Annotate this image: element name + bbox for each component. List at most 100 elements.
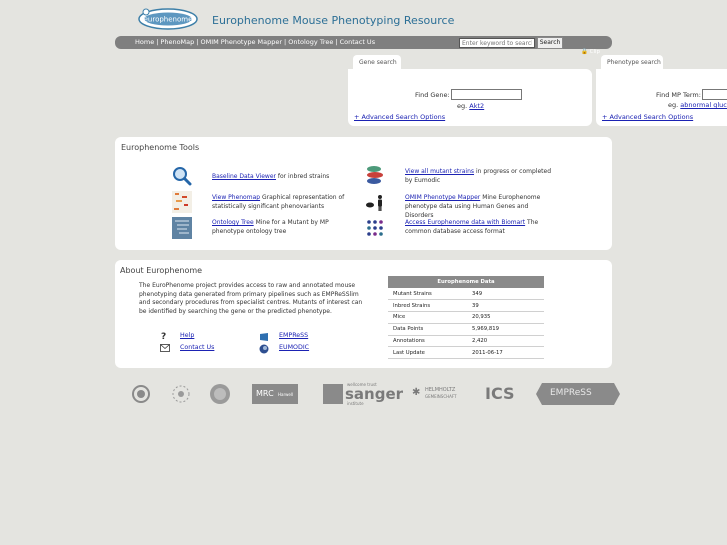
logo-text: europhenome bbox=[144, 16, 193, 24]
empress-logo-text: EMPReSS bbox=[550, 388, 592, 398]
empress-icon bbox=[259, 332, 269, 342]
table-cell-value: 2,420 bbox=[472, 335, 544, 348]
view-phenomap-link[interactable]: View Phenomap bbox=[212, 194, 260, 201]
tool-biomart: Access Europhenome data with Biomart The… bbox=[405, 218, 555, 236]
nav-separator: | bbox=[284, 38, 287, 46]
envelope-icon bbox=[160, 344, 170, 354]
nav-separator: | bbox=[196, 38, 199, 46]
table-row: Annotations 2,420 bbox=[388, 335, 544, 348]
table-cell-value: 349 bbox=[472, 288, 544, 301]
gene-example-prefix: eg. bbox=[457, 102, 468, 110]
table-cell-label: Last Update bbox=[388, 346, 472, 360]
table-cell-label: Annotations bbox=[388, 335, 472, 348]
nav-omim-mapper[interactable]: OMIM Phenotype Mapper bbox=[200, 38, 282, 46]
tool-omim: OMIM Phenotype Mapper Mine Europhenome p… bbox=[405, 193, 555, 220]
nav-separator: | bbox=[335, 38, 338, 46]
table-cell-value: 5,969,819 bbox=[472, 323, 544, 336]
helmholtz-subtext: GEMEINSCHAFT bbox=[425, 394, 457, 399]
site-title: Europhenome Mouse Phenotyping Resource bbox=[212, 14, 455, 27]
nav-contact-us[interactable]: Contact Us bbox=[340, 38, 376, 46]
help-link[interactable]: Help bbox=[180, 332, 194, 339]
phenotype-search-panel: Find MP Term: eg. abnormal glucose + Adv… bbox=[596, 69, 727, 126]
find-mp-term-label: Find MP Term: bbox=[656, 91, 701, 99]
find-gene-input[interactable] bbox=[451, 89, 522, 100]
tree-icon[interactable] bbox=[172, 217, 192, 239]
find-mp-term-input[interactable] bbox=[702, 89, 727, 100]
mouse-human-icon[interactable] bbox=[365, 192, 385, 212]
table-cell-value: 2011-06-17 bbox=[472, 346, 544, 360]
sanger-logo[interactable]: wellcome trust sanger institute bbox=[323, 382, 403, 406]
tool-mutant-strains: View all mutant strains in progress or c… bbox=[405, 167, 555, 185]
table-cell-value: 20,935 bbox=[472, 311, 544, 324]
baseline-data-viewer-link[interactable]: Baseline Data Viewer bbox=[212, 173, 276, 180]
contact-us-link[interactable]: Contact Us bbox=[180, 344, 214, 351]
sanger-subtext: institute bbox=[347, 401, 364, 406]
tool-baseline: Baseline Data Viewer for inbred strains bbox=[212, 172, 362, 181]
nav-home[interactable]: Home bbox=[135, 38, 154, 46]
about-panel: About Europhenome The EuroPhenome projec… bbox=[115, 260, 612, 368]
help-icon: ? bbox=[161, 332, 167, 342]
partner-logo-3[interactable] bbox=[209, 383, 231, 407]
about-description: The EuroPhenome project provides access … bbox=[139, 282, 363, 315]
eumodic-link[interactable]: EUMODIC bbox=[279, 344, 309, 351]
table-row: Data Points 5,969,819 bbox=[388, 323, 544, 336]
mrc-logo[interactable]: MRC Harwell bbox=[252, 384, 298, 404]
table-row: Mice 20,935 bbox=[388, 311, 544, 324]
helmholtz-text: HELMHOLTZ bbox=[425, 387, 456, 393]
omim-phenotype-mapper-link[interactable]: OMIM Phenotype Mapper bbox=[405, 194, 480, 201]
clip-toggle[interactable]: 🔒 Clip bbox=[581, 49, 600, 55]
gene-example: eg. Akt2 bbox=[457, 102, 484, 110]
data-table-title: Europhenome Data bbox=[388, 276, 544, 288]
europhenome-data-table: Europhenome Data Mutant Strains 349 Inbre… bbox=[388, 276, 544, 360]
biomart-link[interactable]: Access Europhenome data with Biomart bbox=[405, 219, 525, 226]
ics-text: ICS bbox=[485, 384, 515, 403]
empress-link[interactable]: EMPReSS bbox=[279, 332, 308, 339]
biomart-icon[interactable] bbox=[366, 219, 386, 239]
nav-phenomap[interactable]: PhenoMap bbox=[160, 38, 194, 46]
table-cell-label: Inbred Strains bbox=[388, 299, 472, 313]
helmholtz-mark-icon: ✱ bbox=[412, 387, 421, 398]
table-cell-label: Mice bbox=[388, 311, 472, 324]
ontology-tree-link[interactable]: Ontology Tree bbox=[212, 219, 254, 226]
sanger-mark-icon bbox=[323, 384, 343, 404]
ics-logo[interactable]: ICS bbox=[485, 382, 515, 406]
table-row: Mutant Strains 349 bbox=[388, 288, 544, 301]
find-gene-label: Find Gene: bbox=[415, 91, 450, 99]
about-title: About Europhenome bbox=[120, 266, 203, 275]
mrc-text: MRC bbox=[256, 389, 274, 398]
partner-logo-1[interactable] bbox=[131, 384, 151, 406]
mp-advanced-search-link[interactable]: + Advanced Search Options bbox=[602, 113, 693, 121]
europhenome-logo[interactable]: europhenome bbox=[138, 6, 200, 30]
mp-example-link[interactable]: abnormal glucose bbox=[680, 101, 727, 109]
mp-example-prefix: eg. bbox=[668, 101, 679, 109]
eumodic-icon bbox=[259, 344, 269, 354]
tools-title: Europhenome Tools bbox=[121, 143, 200, 152]
gene-example-link[interactable]: Akt2 bbox=[469, 102, 484, 110]
nav-links: Home | PhenoMap | OMIM Phenotype Mapper | Onto… bbox=[135, 38, 375, 46]
table-row: Last Update 2011-06-17 bbox=[388, 346, 544, 360]
tool-baseline-text: for inbred strains bbox=[275, 173, 330, 180]
tab-phenotype-search[interactable]: Phenotype search bbox=[601, 55, 663, 69]
lock-icon: 🔒 bbox=[581, 49, 588, 55]
gene-search-panel: Find Gene: eg. Akt2 + Advanced Search Op… bbox=[348, 69, 592, 126]
tab-gene-search[interactable]: Gene search bbox=[353, 55, 401, 69]
magnifier-icon[interactable] bbox=[172, 166, 192, 186]
view-mutant-strains-link[interactable]: View all mutant strains bbox=[405, 168, 474, 175]
mice-icon[interactable] bbox=[365, 165, 385, 185]
tool-ontology-tree: Ontology Tree Mine for a Mutant by MP ph… bbox=[212, 218, 362, 236]
mrc-subtext: Harwell bbox=[278, 392, 294, 397]
gene-advanced-search-link[interactable]: + Advanced Search Options bbox=[354, 113, 445, 121]
table-cell-label: Data Points bbox=[388, 323, 472, 336]
empress-logo[interactable]: EMPReSS bbox=[536, 383, 620, 405]
nav-bar: Home | PhenoMap | OMIM Phenotype Mapper | Onto… bbox=[115, 36, 612, 49]
tools-panel: Europhenome Tools Baseline Data Viewer f… bbox=[115, 137, 612, 250]
heatmap-icon[interactable] bbox=[172, 191, 192, 213]
helmholtz-logo[interactable]: ✱ HELMHOLTZ GEMEINSCHAFT bbox=[412, 385, 468, 403]
nav-ontology-tree[interactable]: Ontology Tree bbox=[288, 38, 333, 46]
table-cell-label: Mutant Strains bbox=[388, 288, 472, 301]
tool-phenomap: View Phenomap Graphical representation o… bbox=[212, 193, 362, 211]
keyword-search-input[interactable] bbox=[459, 38, 535, 48]
search-button[interactable]: Search bbox=[537, 37, 563, 49]
table-cell-value: 39 bbox=[472, 299, 544, 313]
partner-logo-2[interactable] bbox=[171, 384, 191, 406]
